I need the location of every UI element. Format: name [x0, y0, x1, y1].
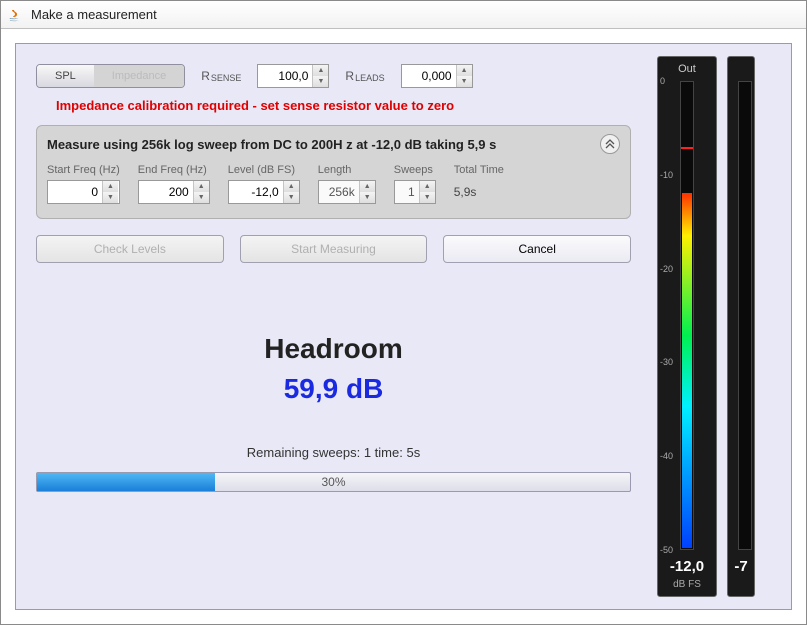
- end-freq-input[interactable]: [139, 181, 193, 203]
- r-sense-spinner[interactable]: ▲▼: [257, 64, 329, 88]
- length-down[interactable]: ▼: [360, 192, 375, 203]
- sweep-panel: Measure using 256k log sweep from DC to …: [36, 125, 631, 219]
- meter-track: [680, 81, 694, 550]
- level-up[interactable]: ▲: [284, 181, 299, 192]
- mode-toggle: SPL Impedance: [36, 64, 185, 88]
- sweep-summary: Measure using 256k log sweep from DC to …: [47, 137, 496, 152]
- secondary-meter: -7: [727, 56, 755, 597]
- r-leads-spinner[interactable]: ▲▼: [401, 64, 473, 88]
- r-leads-down[interactable]: ▼: [457, 76, 472, 87]
- length-input: [319, 181, 359, 203]
- r-sense-down[interactable]: ▼: [313, 76, 328, 87]
- r-leads-up[interactable]: ▲: [457, 65, 472, 76]
- cancel-button[interactable]: Cancel: [443, 235, 631, 263]
- start-freq-field: Start Freq (Hz) ▲▼: [47, 164, 120, 204]
- sweeps-field: Sweeps ▲▼: [394, 164, 436, 204]
- impedance-toggle-button[interactable]: Impedance: [94, 65, 184, 87]
- start-freq-up[interactable]: ▲: [103, 181, 118, 192]
- sweeps-up[interactable]: ▲: [420, 181, 435, 192]
- end-freq-up[interactable]: ▲: [194, 181, 209, 192]
- top-controls-row: SPL Impedance RSENSE ▲▼ RLEADS ▲▼: [36, 64, 631, 88]
- measurement-window: Make a measurement SPL Impedance RSENSE …: [0, 0, 807, 625]
- progress-percent: 30%: [37, 473, 630, 491]
- level-field: Level (dB FS) ▲▼: [228, 164, 300, 204]
- output-unit: dB FS: [673, 579, 701, 590]
- end-freq-field: End Freq (Hz) ▲▼: [138, 164, 210, 204]
- end-freq-down[interactable]: ▼: [194, 192, 209, 203]
- output-meter: Out 0 -10 -20 -30 -40 -50 -12,0: [657, 56, 717, 597]
- content-panel: SPL Impedance RSENSE ▲▼ RLEADS ▲▼: [15, 43, 792, 610]
- meter-fill: [682, 193, 692, 548]
- meter-panel: Out 0 -10 -20 -30 -40 -50 -12,0: [651, 44, 791, 609]
- secondary-peak-value: -7: [734, 558, 747, 575]
- length-field: Length ▲▼: [318, 164, 376, 204]
- check-levels-button: Check Levels: [36, 235, 224, 263]
- r-leads-label: RLEADS: [345, 69, 384, 83]
- r-sense-up[interactable]: ▲: [313, 65, 328, 76]
- headroom-title: Headroom: [36, 333, 631, 365]
- status-text: Remaining sweeps: 1 time: 5s: [36, 445, 631, 460]
- headroom-display: Headroom 59,9 dB: [36, 333, 631, 405]
- r-sense-input[interactable]: [258, 65, 312, 87]
- total-time-value: 5,9s: [454, 180, 504, 204]
- progress-bar: 30%: [36, 472, 631, 492]
- secondary-meter-track: [738, 81, 752, 550]
- start-freq-down[interactable]: ▼: [103, 192, 118, 203]
- titlebar: Make a measurement: [1, 1, 806, 29]
- level-down[interactable]: ▼: [284, 192, 299, 203]
- output-meter-label: Out: [678, 63, 696, 75]
- chevron-up-double-icon: [605, 139, 615, 149]
- java-icon: [7, 7, 23, 23]
- collapse-panel-button[interactable]: [600, 134, 620, 154]
- total-time-field: Total Time 5,9s: [454, 164, 504, 204]
- output-peak-value: -12,0: [670, 558, 704, 575]
- calibration-warning: Impedance calibration required - set sen…: [56, 98, 631, 113]
- length-up[interactable]: ▲: [360, 181, 375, 192]
- headroom-value: 59,9 dB: [36, 373, 631, 405]
- start-measuring-button: Start Measuring: [240, 235, 428, 263]
- r-leads-input[interactable]: [402, 65, 456, 87]
- level-input[interactable]: [229, 181, 283, 203]
- spl-toggle-button[interactable]: SPL: [37, 65, 94, 87]
- r-sense-label: RSENSE: [201, 69, 241, 83]
- meter-peak-indicator: [681, 147, 693, 149]
- action-buttons: Check Levels Start Measuring Cancel: [36, 235, 631, 263]
- window-title: Make a measurement: [31, 7, 157, 22]
- sweeps-input: [395, 181, 419, 203]
- sweeps-down[interactable]: ▼: [420, 192, 435, 203]
- start-freq-input[interactable]: [48, 181, 102, 203]
